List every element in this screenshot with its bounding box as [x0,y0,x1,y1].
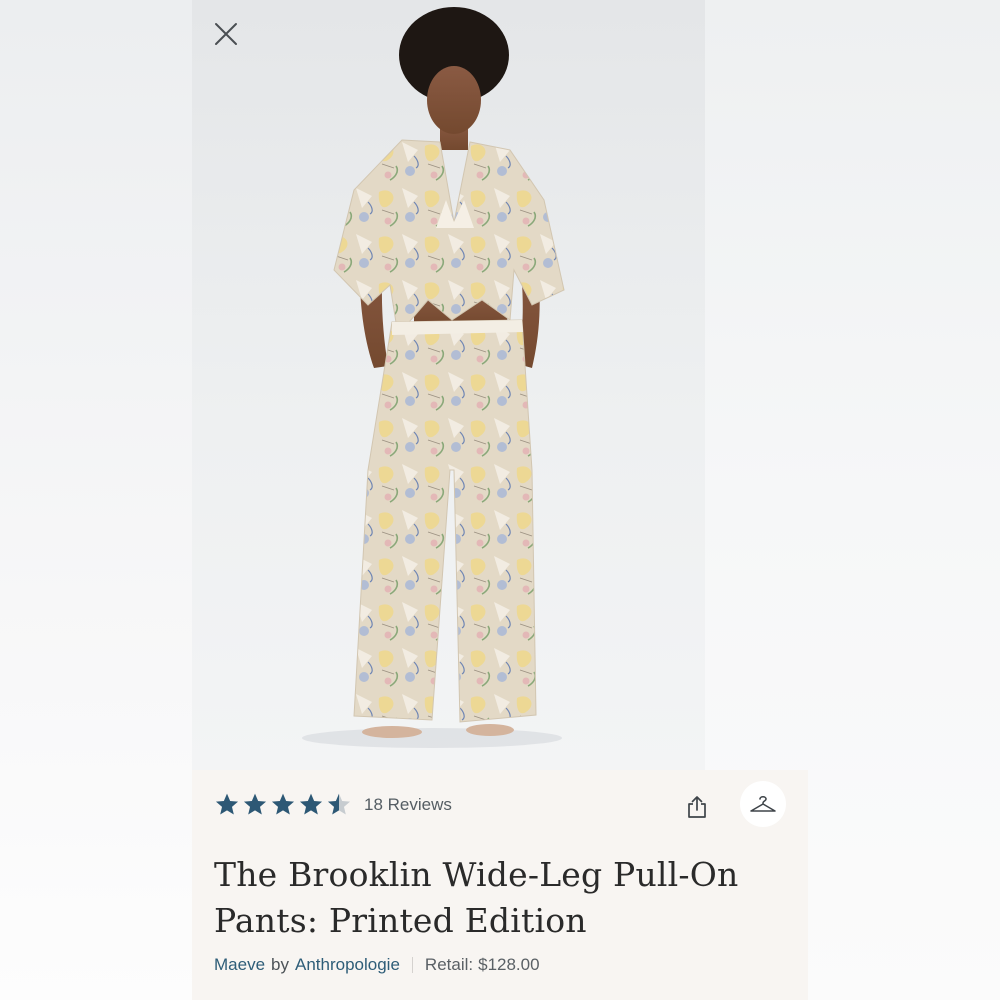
star-icon [242,792,268,818]
share-icon [688,796,706,818]
model-illustration [302,7,565,748]
hanger-icon [750,796,776,812]
left-backdrop [0,0,192,1000]
product-info-panel: 18 Reviews The Brooklin Wide-Leg Pull-On… [192,770,808,1000]
star-icon [214,792,240,818]
save-to-closet-button[interactable] [740,781,786,827]
star-icon [298,792,324,818]
star-icon [326,792,352,818]
retail-label: Retail: [424,955,474,974]
brand-link[interactable]: Maeve [214,955,265,975]
product-image [192,0,705,770]
share-button[interactable] [680,790,714,824]
reviews-link[interactable]: 18 Reviews [364,795,452,815]
product-meta: Maeve by Anthropologie Retail: $128.00 [214,954,540,976]
close-button[interactable] [210,18,242,50]
product-title: The Brooklin Wide-Leg Pull-On Pants: Pri… [214,855,739,940]
by-text: by [271,955,289,974]
rating-row: 18 Reviews [214,790,452,820]
divider [411,957,413,973]
retail-price: $128.00 [478,955,540,974]
close-icon [215,23,237,45]
star-icon [270,792,296,818]
star-rating [214,792,352,818]
retailer-link[interactable]: Anthropologie [295,955,400,975]
